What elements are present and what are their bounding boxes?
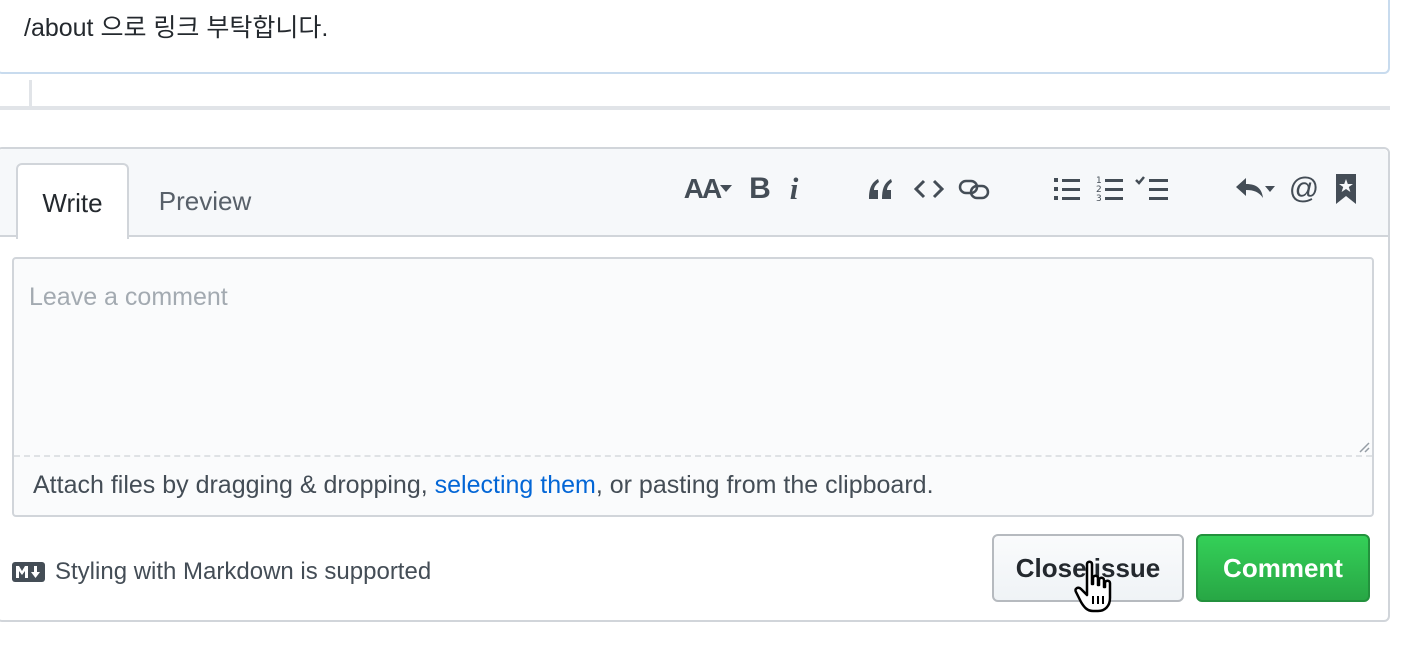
svg-text:3: 3 [1096,194,1102,203]
task-list-icon[interactable] [1135,171,1169,207]
italic-icon[interactable]: i [786,171,802,207]
unordered-list-icon[interactable] [1053,171,1081,207]
attach-text-before: Attach files by dragging & dropping, [33,471,435,499]
tab-preview[interactable]: Preview [155,163,255,239]
previous-comment: /about 으로 링크 부탁합니다. [0,0,1390,74]
ordered-list-icon[interactable]: 1 2 3 [1096,171,1124,207]
timeline-line [29,80,32,108]
link-icon[interactable] [958,171,990,207]
comment-button[interactable]: Comment [1196,534,1370,602]
editor-tabnav: Write Preview AA B i 1 2 3 @ [0,149,1388,239]
resize-handle[interactable] [1358,441,1370,453]
markdown-hint-text: Styling with Markdown is supported [55,558,432,585]
write-area: Attach files by dragging & dropping, sel… [12,257,1374,517]
attach-text-after: , or pasting from the clipboard. [595,471,934,499]
file-attach-bar[interactable]: Attach files by dragging & dropping, sel… [14,455,1372,517]
saved-reply-icon[interactable] [1336,171,1356,207]
reply-icon[interactable] [1234,171,1278,207]
tab-write[interactable]: Write [16,163,129,239]
select-files-link[interactable]: selecting them [435,471,596,499]
previous-comment-body: /about 으로 링크 부탁합니다. [24,14,329,42]
markdown-icon [12,562,45,582]
code-icon[interactable] [914,171,944,207]
close-issue-button[interactable]: Close issue [992,534,1184,602]
new-comment-form: Write Preview AA B i 1 2 3 @ Leave a com… [0,147,1390,622]
markdown-hint[interactable]: Styling with Markdown is supported [12,557,431,587]
bold-icon[interactable]: B [748,171,772,207]
mention-icon[interactable]: @ [1288,171,1320,207]
timeline-divider [0,106,1390,110]
comment-textarea[interactable] [14,259,1372,455]
quote-icon[interactable] [866,171,894,207]
header-icon[interactable]: AA [681,171,735,207]
